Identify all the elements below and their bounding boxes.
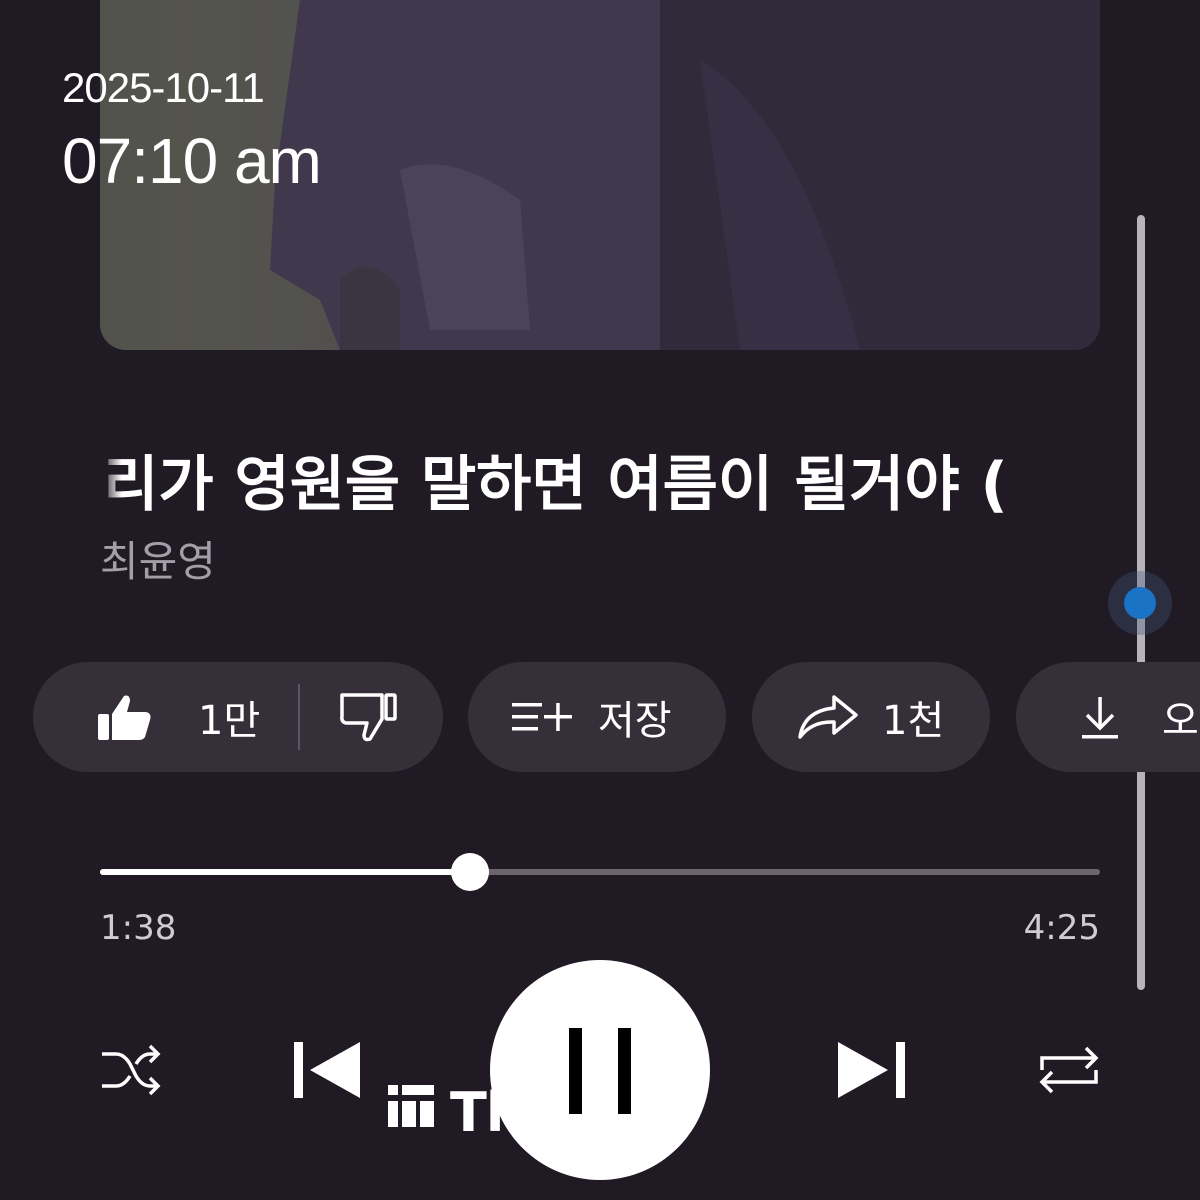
overlay-date: 2025-10-11: [62, 64, 265, 111]
pause-button[interactable]: [490, 960, 710, 1180]
thumbs-up-icon: [96, 692, 152, 742]
shuffle-icon: [100, 1044, 162, 1104]
progress-bar[interactable]: [100, 853, 1100, 891]
previous-button[interactable]: [294, 1040, 362, 1104]
skip-previous-icon: [294, 1042, 362, 1104]
song-title: 우리가 영원을 말하면 여름이 될거야 (: [100, 436, 1100, 516]
threads-logo-icon: [386, 1081, 436, 1144]
shuffle-button[interactable]: [100, 1040, 162, 1104]
save-button[interactable]: 저장: [468, 662, 726, 772]
chip-divider: [298, 684, 301, 750]
progress-fill: [100, 869, 470, 875]
current-time: 1:38: [100, 908, 177, 948]
share-arrow-icon: [796, 693, 860, 741]
playlist-add-icon: [512, 700, 574, 734]
total-time: 4:25: [1023, 908, 1100, 948]
overlay-time: 07:10 am: [62, 125, 322, 197]
share-count: 1천: [882, 698, 945, 744]
like-dislike-group: 1만: [33, 662, 443, 772]
download-icon: [1080, 695, 1120, 739]
download-button[interactable]: 오: [1016, 662, 1200, 772]
song-title-text: 우리가 영원을 말하면 여름이 될거야 (: [100, 450, 1008, 516]
like-button[interactable]: 1만: [96, 688, 260, 746]
thumbs-down-icon: [338, 691, 398, 743]
download-label: 오: [1162, 698, 1199, 744]
repeat-button[interactable]: [1036, 1040, 1102, 1104]
repeat-icon: [1036, 1046, 1102, 1104]
scrollbar-thumb[interactable]: [1108, 571, 1172, 635]
share-button[interactable]: 1천: [752, 662, 990, 772]
progress-knob[interactable]: [451, 853, 489, 891]
like-count: 1만: [198, 698, 261, 744]
next-button[interactable]: [836, 1040, 906, 1104]
artist-name[interactable]: 최윤영: [100, 528, 216, 589]
skip-next-icon: [836, 1042, 906, 1104]
dislike-button[interactable]: [338, 691, 398, 743]
save-label: 저장: [598, 698, 672, 744]
